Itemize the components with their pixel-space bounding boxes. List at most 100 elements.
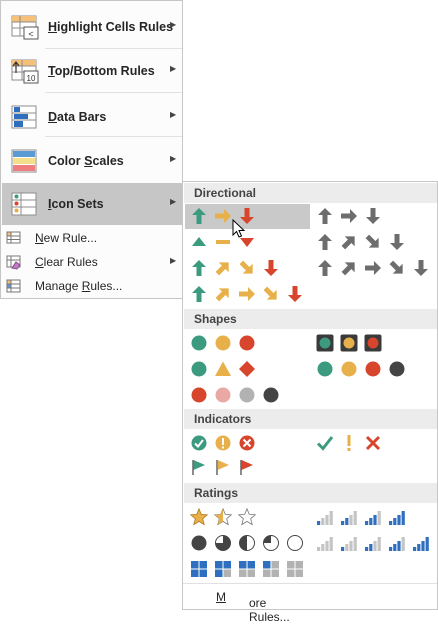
menu-item-new-rule[interactable]: New Rule... bbox=[2, 227, 182, 249]
circle-red-icon bbox=[365, 361, 381, 377]
menu-item-label: Manage Rules... bbox=[35, 279, 123, 293]
submenu-arrow-icon: ▶ bbox=[170, 197, 177, 206]
exclamation-yellow-icon bbox=[347, 435, 351, 451]
menu-item-top-bottom-rules[interactable]: 10 Top/Bottom Rules ▶ bbox=[2, 50, 182, 92]
arrow-right-gray-icon bbox=[341, 209, 357, 223]
star-full-icon bbox=[189, 507, 209, 526]
flag-yellow-icon bbox=[216, 460, 229, 475]
submenu-arrow-icon: ▶ bbox=[170, 154, 177, 163]
triangle-yellow-icon bbox=[215, 361, 231, 376]
traffic-light-green-icon bbox=[316, 334, 334, 352]
arrow-up-green-icon bbox=[192, 208, 206, 224]
submenu-arrow-icon: ▶ bbox=[170, 110, 177, 119]
arrow-down-right-yellow-icon bbox=[263, 286, 277, 300]
menu-item-label: Highlight Cells Rules bbox=[48, 20, 174, 34]
arrow-down-gray-icon bbox=[390, 234, 404, 250]
flag-green-icon bbox=[192, 460, 205, 475]
color-scales-icon bbox=[11, 149, 37, 173]
circle-green-icon bbox=[317, 361, 333, 377]
menu-item-label: Top/Bottom Rules bbox=[48, 64, 155, 78]
circle-green-icon bbox=[191, 335, 207, 351]
menu-item-clear-rules[interactable]: Clear Rules ▶ bbox=[2, 251, 182, 273]
signal-bars-4-icon bbox=[413, 537, 429, 551]
boxes-0-icon bbox=[287, 561, 303, 577]
arrow-up-right-gray-icon bbox=[341, 236, 355, 250]
quarter-empty-icon bbox=[287, 535, 303, 551]
signal-bars-4-icon bbox=[389, 511, 405, 525]
signal-bars-2-icon bbox=[365, 537, 381, 551]
quarter-half-icon bbox=[239, 535, 255, 551]
menu-item-color-scales[interactable]: Color Scales ▶ bbox=[2, 140, 182, 182]
arrow-down-right-yellow-icon bbox=[239, 260, 253, 274]
star-empty-icon bbox=[237, 507, 257, 526]
diamond-red-icon bbox=[239, 361, 255, 377]
circle-yellow-icon bbox=[341, 361, 357, 377]
menu-item-highlight-cells-rules[interactable]: < Highlight Cells Rules ▶ bbox=[2, 6, 182, 48]
signal-bars-3-icon bbox=[365, 511, 381, 525]
circle-pink-icon bbox=[215, 387, 231, 403]
check-circle-green-icon bbox=[191, 435, 207, 451]
icon-sets-gallery: Directional Shapes Indicators Ratings Mo… bbox=[182, 181, 438, 624]
flag-red-icon bbox=[240, 460, 253, 475]
arrow-up-gray-icon bbox=[318, 234, 332, 250]
menu-item-data-bars[interactable]: Data Bars ▶ bbox=[2, 96, 182, 138]
quarter-full-icon bbox=[191, 535, 207, 551]
arrow-down-right-gray-icon bbox=[365, 234, 379, 248]
arrow-up-green-icon bbox=[192, 286, 206, 302]
menu-separator bbox=[45, 136, 182, 137]
signal-bars-0-icon bbox=[317, 537, 333, 551]
arrow-up-gray-icon bbox=[318, 208, 332, 224]
star-half-icon bbox=[213, 507, 233, 526]
quarter-three-icon bbox=[215, 535, 231, 551]
clear-rules-icon bbox=[6, 255, 21, 270]
menu-item-label: Clear Rules bbox=[35, 255, 98, 269]
arrow-down-red-icon bbox=[264, 260, 278, 276]
submenu-arrow-icon: ▶ bbox=[170, 256, 177, 265]
dash-yellow-icon bbox=[216, 240, 230, 244]
circle-black-icon bbox=[389, 361, 405, 377]
signal-bars-2-icon bbox=[341, 511, 357, 525]
circle-black-icon bbox=[263, 387, 279, 403]
less-than-glyph: < bbox=[28, 29, 33, 39]
signal-bars-1-icon bbox=[341, 537, 357, 551]
x-circle-red-icon bbox=[239, 435, 255, 451]
arrow-up-right-yellow-icon bbox=[215, 262, 229, 276]
check-green-icon bbox=[316, 436, 334, 451]
menu-item-icon-sets[interactable]: Icon Sets ▶ bbox=[2, 183, 182, 225]
new-rule-icon bbox=[6, 231, 21, 244]
x-red-icon bbox=[365, 435, 381, 451]
menu-item-label: Icon Sets bbox=[48, 197, 104, 211]
highlight-cells-rules-icon: < bbox=[11, 15, 39, 40]
arrow-right-yellow-icon bbox=[239, 287, 255, 301]
arrow-up-green-icon bbox=[192, 260, 206, 276]
mouse-cursor-icon bbox=[232, 219, 246, 238]
arrow-right-gray-icon bbox=[365, 261, 381, 275]
arrow-down-red-icon bbox=[288, 286, 302, 302]
boxes-3-icon bbox=[215, 561, 231, 577]
menu-separator bbox=[45, 92, 182, 93]
menu-separator bbox=[45, 48, 182, 49]
boxes-1-icon bbox=[263, 561, 279, 577]
arrow-up-right-gray-icon bbox=[341, 262, 355, 276]
exclamation-circle-yellow-icon bbox=[215, 435, 231, 451]
menu-item-manage-rules[interactable]: Manage Rules... bbox=[2, 275, 182, 297]
more-rules-label: More Rules... bbox=[216, 590, 290, 624]
arrow-down-gray-icon bbox=[366, 208, 380, 224]
section-header-ratings: Ratings bbox=[184, 483, 437, 503]
quarter-one-icon bbox=[263, 535, 279, 551]
conditional-formatting-menu: < Highlight Cells Rules ▶ 10 Top/Bottom … bbox=[0, 0, 183, 299]
menu-item-label: Color Scales bbox=[48, 154, 124, 168]
circle-silver-icon bbox=[239, 387, 255, 403]
data-bars-icon bbox=[11, 105, 37, 129]
traffic-light-yellow-icon bbox=[340, 334, 358, 352]
boxes-2-icon bbox=[239, 561, 255, 577]
more-rules-button[interactable]: More Rules... bbox=[183, 583, 437, 624]
arrow-down-right-gray-icon bbox=[389, 260, 403, 274]
top-bottom-rules-icon: 10 bbox=[11, 59, 39, 84]
arrow-up-right-yellow-icon bbox=[215, 288, 229, 302]
section-header-indicators: Indicators bbox=[184, 409, 437, 429]
arrow-down-gray-icon bbox=[414, 260, 428, 276]
menu-item-label: New Rule... bbox=[35, 231, 98, 245]
arrow-right-yellow-icon bbox=[215, 209, 231, 223]
circle-green-icon bbox=[191, 361, 207, 377]
